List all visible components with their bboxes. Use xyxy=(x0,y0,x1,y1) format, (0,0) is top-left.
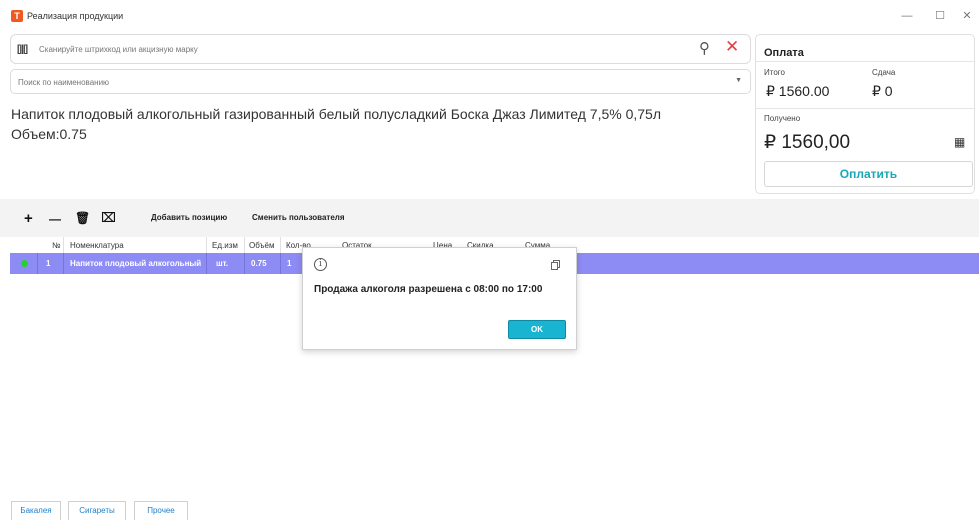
add-position-button[interactable]: Добавить позицию xyxy=(151,213,227,222)
name-search-input[interactable] xyxy=(18,74,708,90)
chevron-down-icon[interactable]: ▼ xyxy=(735,77,742,84)
minus-icon[interactable]: — xyxy=(49,212,61,226)
calculator-icon[interactable]: ▦ xyxy=(954,135,965,149)
alert-dialog: i Продажа алкоголя разрешена с 08:00 по … xyxy=(302,247,577,350)
column-divider xyxy=(63,253,64,274)
copy-icon-front xyxy=(551,262,558,270)
change-label: Сдача xyxy=(872,68,896,77)
name-search-select[interactable]: ▼ xyxy=(10,69,751,94)
search-icon[interactable]: ⚲ xyxy=(699,39,710,57)
category-tab-cigarettes[interactable]: Сигареты xyxy=(68,501,126,520)
barcode-scan-box: [|||] ⚲ ✕ xyxy=(10,34,751,64)
divider xyxy=(756,61,974,62)
app-logo-icon: T xyxy=(11,10,23,22)
column-divider xyxy=(244,237,245,253)
row-name: Напиток плодовый алкогольный xyxy=(70,259,202,268)
product-volume: Объем:0.75 xyxy=(11,126,87,142)
column-header-unit[interactable]: Ед.изм xyxy=(212,241,238,250)
toolbar: + — 🗑 ⌧ Добавить позицию Сменить пользов… xyxy=(0,199,979,237)
column-divider xyxy=(280,253,281,274)
column-divider xyxy=(63,237,64,253)
column-divider xyxy=(280,237,281,253)
product-name: Напиток плодовый алкогольный газированны… xyxy=(11,106,662,122)
pay-button[interactable]: Оплатить xyxy=(764,161,973,187)
title-bar: T Реализация продукции — ☐ ✕ xyxy=(0,0,979,34)
status-dot-icon xyxy=(21,260,28,267)
received-label: Получено xyxy=(764,114,801,123)
row-number: 1 xyxy=(46,259,51,268)
row-quantity: 1 xyxy=(287,259,292,268)
payment-title: Оплата xyxy=(764,47,804,59)
row-unit: шт. xyxy=(216,259,229,268)
clear-icon[interactable]: ✕ xyxy=(725,37,739,57)
divider xyxy=(756,108,974,109)
maximize-button[interactable]: ☐ xyxy=(929,8,951,24)
plus-icon[interactable]: + xyxy=(24,210,33,227)
barcode-icon: [|||] xyxy=(17,44,28,55)
category-tab-other[interactable]: Прочее xyxy=(134,501,188,520)
received-value[interactable]: ₽ 1560,00 xyxy=(764,131,850,154)
total-value: ₽ 1560.00 xyxy=(766,83,830,99)
row-volume: 0.75 xyxy=(251,259,267,268)
change-value: ₽ 0 xyxy=(872,83,893,99)
delete-all-icon[interactable]: ⌧ xyxy=(101,210,116,226)
ok-button[interactable]: OK xyxy=(508,320,566,339)
trash-icon[interactable]: 🗑 xyxy=(75,211,90,225)
column-header-volume[interactable]: Объём xyxy=(249,241,275,250)
dialog-message: Продажа алкоголя разрешена с 08:00 по 17… xyxy=(314,284,543,295)
change-user-button[interactable]: Сменить пользователя xyxy=(252,213,345,222)
column-divider xyxy=(244,253,245,274)
close-window-button[interactable]: ✕ xyxy=(956,8,978,24)
info-icon: i xyxy=(314,258,327,271)
product-description: Напиток плодовый алкогольный газированны… xyxy=(11,104,741,144)
minimize-button[interactable]: — xyxy=(896,8,918,24)
column-divider xyxy=(206,253,207,274)
column-header-number[interactable]: № xyxy=(52,241,61,250)
column-divider xyxy=(206,237,207,253)
payment-panel: Оплата Итого ₽ 1560.00 Сдача ₽ 0 Получен… xyxy=(755,34,975,194)
copy-icon[interactable] xyxy=(551,260,560,270)
total-label: Итого xyxy=(764,68,785,77)
window-title: Реализация продукции xyxy=(27,11,124,21)
category-tab-grocery[interactable]: Бакалея xyxy=(11,501,61,520)
column-divider xyxy=(37,253,38,274)
barcode-input[interactable] xyxy=(39,41,639,57)
column-header-nomenclature[interactable]: Номенклатура xyxy=(70,241,124,250)
